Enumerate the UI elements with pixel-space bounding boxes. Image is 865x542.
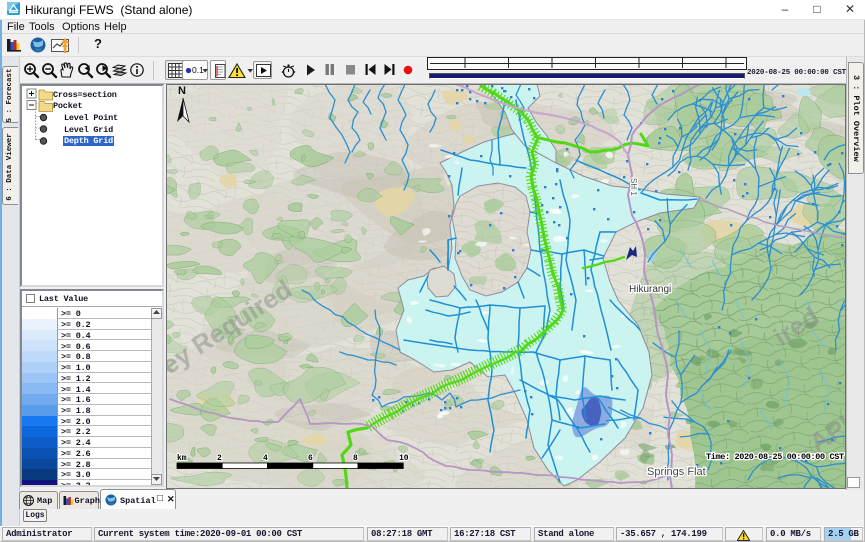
svg-text:SH 1: SH 1 [629,178,638,196]
svg-text:Time: 2020-08-25 00:00:00 CST: Time: 2020-08-25 00:00:00 CST [706,452,844,462]
svg-text:4: 4 [263,454,268,463]
svg-text:6: 6 [308,454,313,463]
svg-text:8: 8 [353,454,358,463]
svg-text:Hikurangi: Hikurangi [629,284,671,295]
svg-text:10: 10 [399,454,409,463]
svg-text:2: 2 [217,454,222,463]
svg-text:Springs Flat: Springs Flat [647,466,706,478]
svg-text:N: N [178,85,186,97]
svg-text:km: km [177,454,187,463]
